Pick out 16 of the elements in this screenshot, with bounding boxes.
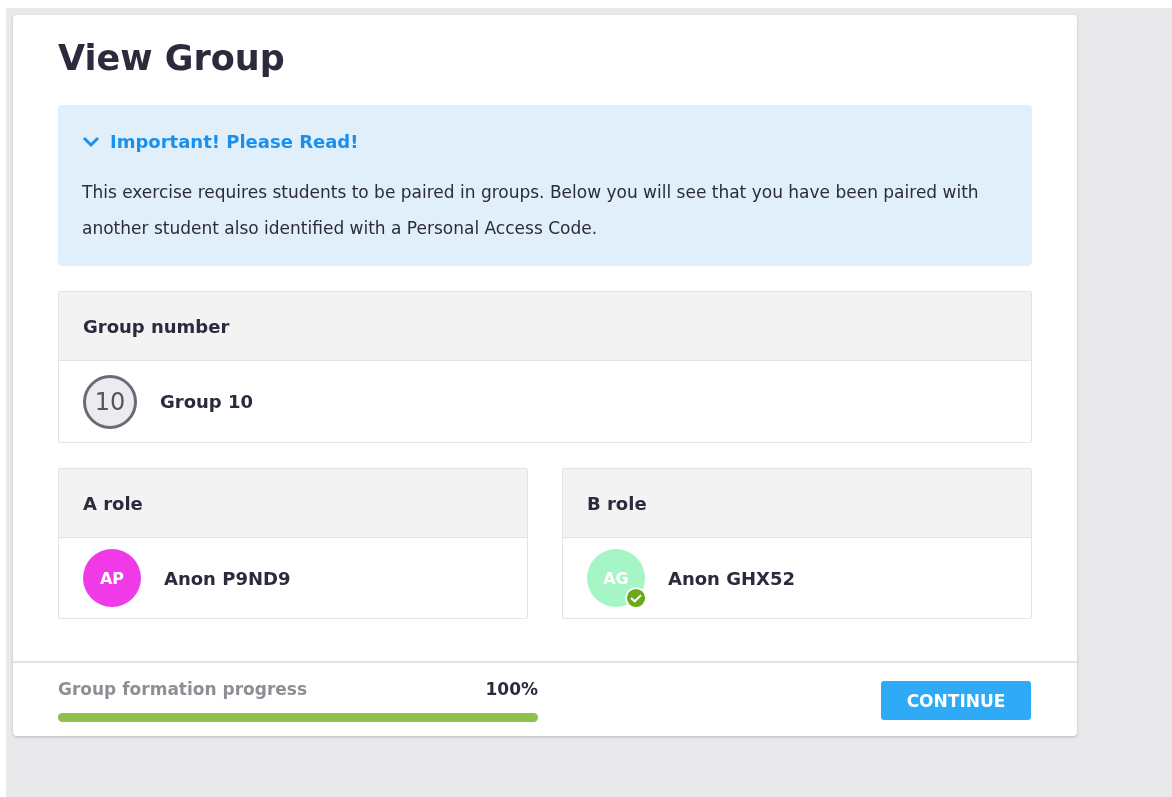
group-name: Group 10 (160, 391, 254, 412)
student-name: Anon P9ND9 (164, 567, 291, 589)
panel-heading: A role (83, 492, 143, 514)
student-name: Anon GHX52 (668, 567, 795, 589)
page-title: View Group (58, 37, 286, 80)
avatar: AP (83, 549, 141, 607)
panel-heading: B role (587, 492, 647, 514)
panel-heading: Group number (83, 315, 230, 337)
group-number-badge: 10 (83, 374, 137, 429)
avatar: AG (587, 549, 645, 607)
chevron-icon (82, 135, 100, 148)
continue-button[interactable]: CONTINUE (881, 681, 1031, 720)
progress-label: Group formation progress (58, 679, 308, 699)
notice-toggle[interactable]: Important! Please Read! (82, 131, 359, 152)
notice-text: This exercise requires students to be paired in groups. Below you will see that you have been paired with another student also identified with a Personal Access Code. (82, 181, 980, 240)
progress-reading: 100% (485, 679, 538, 699)
